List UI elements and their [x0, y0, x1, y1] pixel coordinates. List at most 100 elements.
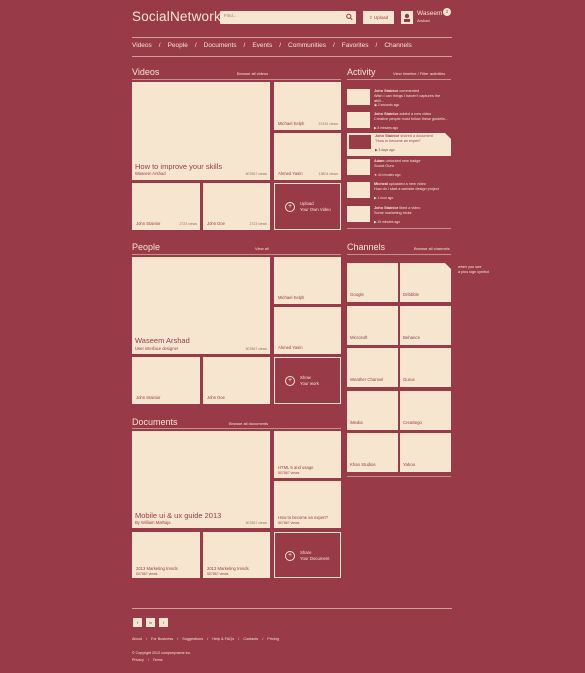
nav-communities[interactable]: Communities	[288, 42, 326, 49]
activity-filter-link[interactable]: View timeline / Filter activities	[393, 71, 445, 76]
footer-link-privacy[interactable]: Privacy	[132, 658, 144, 662]
notification-badge[interactable]: 2	[443, 8, 451, 16]
nav-documents[interactable]: Documents	[204, 42, 237, 49]
footer-links: About / For Business / Suggestions / Help &…	[132, 637, 279, 641]
nav-separator: /	[194, 42, 197, 49]
channel-label: Khan Studios	[350, 462, 376, 467]
channel-label: Microsoft	[350, 335, 368, 340]
upload-video-button[interactable]: + Upload Your Own Video	[274, 183, 341, 230]
person-tile[interactable]: John Stainior	[132, 357, 200, 404]
show-work-label-line1: Show	[300, 375, 311, 380]
channel-tile-imedia[interactable]: iMedia	[347, 391, 398, 430]
person-feature-role: User interface designer	[135, 346, 179, 351]
channel-tile-gurus[interactable]: Gurus	[400, 348, 451, 387]
browse-channels-link[interactable]: Browse all channels	[414, 246, 450, 251]
show-work-button[interactable]: + Show Your work	[274, 357, 341, 404]
search-placeholder: Find...	[224, 13, 237, 18]
upload-video-label: Upload Your Own Video	[300, 201, 331, 212]
activity-user: John Stainior	[375, 134, 400, 138]
document-tile[interactable]: 2013 Marketing trends 507867 views	[203, 532, 270, 578]
activity-user: Micheal	[374, 182, 388, 186]
video-tile-author: Michael Kelph	[278, 121, 305, 126]
video-tile[interactable]: John Stainior 2723 views	[132, 183, 200, 230]
document-tile[interactable]: 2013 Marketing trends 507867 views	[132, 532, 200, 578]
footer-link-suggestions[interactable]: Suggestions	[182, 637, 203, 641]
video-tile-views: 37434 views	[318, 122, 338, 126]
upload-button[interactable]: ⇪ Upload	[363, 11, 394, 24]
activity-item-highlighted[interactable]: John Stainior shared a document "How to b…	[347, 133, 451, 156]
footer-separator: /	[177, 637, 179, 641]
channel-tile-microsoft[interactable]: Microsoft	[347, 306, 398, 345]
share-document-label: Share Your Document	[300, 550, 329, 561]
activity-item[interactable]: John Stainior added a new video Creative …	[347, 112, 451, 132]
person-tile[interactable]: Michael Kelph	[274, 257, 341, 304]
footer-link-help[interactable]: Help & FAQs	[212, 637, 234, 641]
share-document-label-line1: Share	[300, 550, 312, 555]
nav-favorites[interactable]: Favorites	[342, 42, 369, 49]
person-tile-name: Michael Kelph	[278, 295, 305, 300]
nav-people[interactable]: People	[168, 42, 188, 49]
facebook-icon[interactable]: f	[159, 618, 168, 627]
corner-fold-icon	[445, 263, 451, 269]
activity-time: ▶ 8 minutes ago	[374, 126, 399, 130]
channel-tile-weather-channel[interactable]: Weather Channel	[347, 348, 398, 387]
search-icon[interactable]	[346, 13, 353, 21]
documents-divider	[132, 428, 341, 429]
channel-tile-khan-studios[interactable]: Khan Studios	[347, 433, 398, 472]
browse-videos-link[interactable]: Browse all videos	[237, 71, 268, 76]
activity-item[interactable]: John Stainior liked a video Some marketin…	[347, 206, 451, 226]
activity-action: unlocked new badge	[385, 159, 421, 163]
view-all-people-link[interactable]: View all	[255, 246, 269, 251]
activity-thumbnail	[349, 135, 371, 149]
linkedin-icon[interactable]: in	[146, 618, 155, 627]
person-feature-tile[interactable]: Waseem Arshad User interface designer 50…	[132, 257, 270, 354]
activity-detail: Creative people must follow these guidel…	[374, 116, 449, 121]
activity-item[interactable]: John Stainior commented Wish I can things…	[347, 89, 451, 109]
user-icon	[404, 13, 410, 22]
channel-tile-yahoo[interactable]: Yahoo	[400, 433, 451, 472]
activity-text: John Stainior shared a document "How to b…	[375, 134, 452, 144]
document-tile-title: How to become an expert?	[278, 515, 329, 520]
footer-separator: /	[145, 637, 147, 641]
footer-link-pricing[interactable]: Pricing	[267, 637, 279, 641]
avatar[interactable]	[401, 11, 413, 24]
channel-tile-creattego[interactable]: Creattego	[400, 391, 451, 430]
video-feature-views: 507867 views	[245, 172, 267, 176]
document-feature-tile[interactable]: Mobile ui & ux guide 2013 By William Mat…	[132, 431, 270, 528]
person-tile-name: John Stainior	[136, 395, 161, 400]
video-tile-views: 13804 views	[318, 172, 338, 176]
footer-link-about[interactable]: About	[132, 637, 142, 641]
share-document-button[interactable]: + Share Your Document	[274, 532, 341, 578]
logo[interactable]: SocialNetwork	[132, 9, 221, 24]
nav-events[interactable]: Events	[252, 42, 272, 49]
browse-documents-link[interactable]: Browse all documents	[229, 421, 268, 426]
nav-separator: /	[158, 42, 161, 49]
activity-detail: Social Guru	[374, 163, 394, 168]
video-tile[interactable]: John Doe 2723 views	[203, 183, 270, 230]
channel-tile-dribbble[interactable]: Dribbble	[400, 263, 451, 302]
activity-item[interactable]: Adam unlocked new badge Social Guru ★ 44 …	[347, 159, 451, 179]
twitter-icon[interactable]: t	[133, 618, 142, 627]
video-tile[interactable]: Ahmed Yasin 13804 views	[274, 133, 341, 180]
video-tile[interactable]: Michael Kelph 37434 views	[274, 82, 341, 130]
channel-tile-behance[interactable]: Behance	[400, 306, 451, 345]
footer-link-contacts[interactable]: Contacts	[243, 637, 258, 641]
header-divider	[132, 37, 452, 38]
footer-link-terms[interactable]: Terms	[153, 658, 163, 662]
document-tile[interactable]: HTML 5 and usage 507867 views	[274, 431, 341, 478]
document-tile[interactable]: How to become an expert? 507867 views	[274, 481, 341, 528]
upload-video-label-line1: Upload	[300, 201, 314, 206]
user-name[interactable]: Waseem Arshad	[417, 10, 442, 24]
footer-separator: /	[238, 637, 240, 641]
channel-tile-google[interactable]: Google	[347, 263, 398, 302]
activity-item[interactable]: Micheal uploaded a new video How do i sta…	[347, 182, 451, 202]
nav-videos[interactable]: Videos	[132, 42, 152, 49]
person-tile[interactable]: Ahmed Yasin	[274, 307, 341, 354]
video-feature-tile[interactable]: How to improve your skills Waseem Arshad…	[132, 82, 270, 180]
channel-label: Dribbble	[403, 292, 420, 297]
videos-divider	[132, 79, 341, 80]
footer-link-business[interactable]: For Business	[151, 637, 173, 641]
person-tile[interactable]: John Doe	[203, 357, 270, 404]
search-input[interactable]: Find...	[220, 11, 356, 24]
nav-channels[interactable]: Channels	[384, 42, 411, 49]
